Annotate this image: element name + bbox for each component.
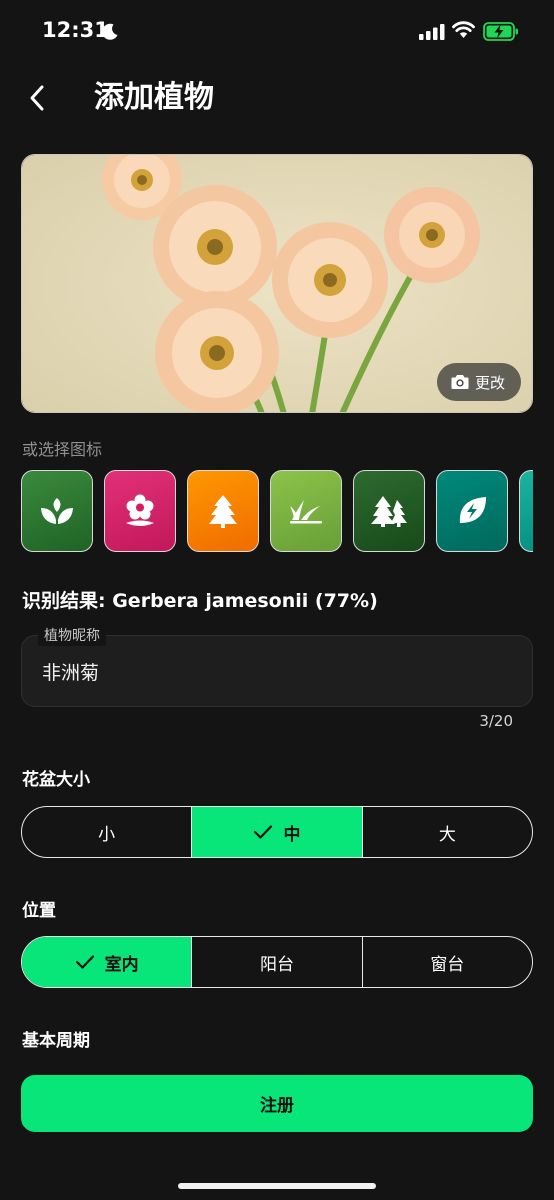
chevron-left-icon [30,85,44,111]
battery-charging-icon [483,22,518,41]
location-selector: 室内 阳台 窗台 [21,936,533,988]
header: 添加植物 [0,68,554,128]
register-button[interactable]: 注册 [21,1075,533,1132]
char-counter: 3/20 [479,712,513,730]
back-button[interactable] [18,78,58,118]
icon-tile-pine-tree[interactable] [187,470,259,552]
location-balcony-label: 阳台 [259,954,294,975]
location-windowsill[interactable]: 窗台 [363,937,532,987]
pot-size-label: 花盆大小 [22,770,90,790]
nickname-field[interactable]: 植物昵称 非洲菊 [21,626,533,707]
pot-size-small[interactable]: 小 [22,807,193,857]
camera-icon [451,375,469,389]
pot-size-medium-label: 中 [283,824,301,845]
status-bar: 12:31 [0,0,554,60]
sprout-icon [41,498,73,524]
location-indoor[interactable]: 室内 [22,937,193,987]
pot-size-selector: 小 中 大 [21,806,533,858]
flower-icon [126,494,154,526]
icon-section-hint: 或选择图标 [22,440,103,459]
moon-icon [102,23,118,40]
check-icon [75,955,94,969]
register-button-label: 注册 [260,1096,294,1116]
icon-tile-partial[interactable] [519,470,533,552]
icon-tile-eco-leaf[interactable] [436,470,508,552]
cycle-label: 基本周期 [22,1031,90,1051]
plant-photo[interactable]: 更改 [21,154,533,413]
location-windowsill-label: 窗台 [430,954,465,975]
pot-size-large[interactable]: 大 [363,807,532,857]
icon-tile-forest[interactable] [353,470,425,552]
location-label: 位置 [22,901,56,921]
pine-tree-icon [209,495,237,528]
pot-size-small-label: 小 [98,824,116,845]
check-icon [254,825,273,839]
change-photo-label: 更改 [474,373,505,392]
icon-tile-sprout[interactable] [21,470,93,552]
pot-size-medium[interactable]: 中 [192,807,363,857]
eco-leaf-icon [459,497,486,523]
location-indoor-label: 室内 [104,954,139,975]
change-photo-button[interactable]: 更改 [436,363,521,401]
status-time: 12:31 [42,18,109,42]
pot-size-large-label: 大 [438,824,456,845]
location-balcony[interactable]: 阳台 [192,937,363,987]
icon-tile-flower[interactable] [104,470,176,552]
page-title: 添加植物 [94,80,214,115]
signal-icon [419,24,445,40]
nickname-input[interactable]: 非洲菊 [42,658,99,685]
grass-icon [290,500,322,524]
wifi-icon [452,21,475,38]
identification-result: 识别结果: Gerbera jamesonii (77%) [22,590,378,612]
forest-icon [371,496,407,527]
nickname-label: 植物昵称 [38,626,106,646]
icon-tile-grass[interactable] [270,470,342,552]
icon-picker [21,470,533,554]
home-indicator [178,1183,376,1189]
